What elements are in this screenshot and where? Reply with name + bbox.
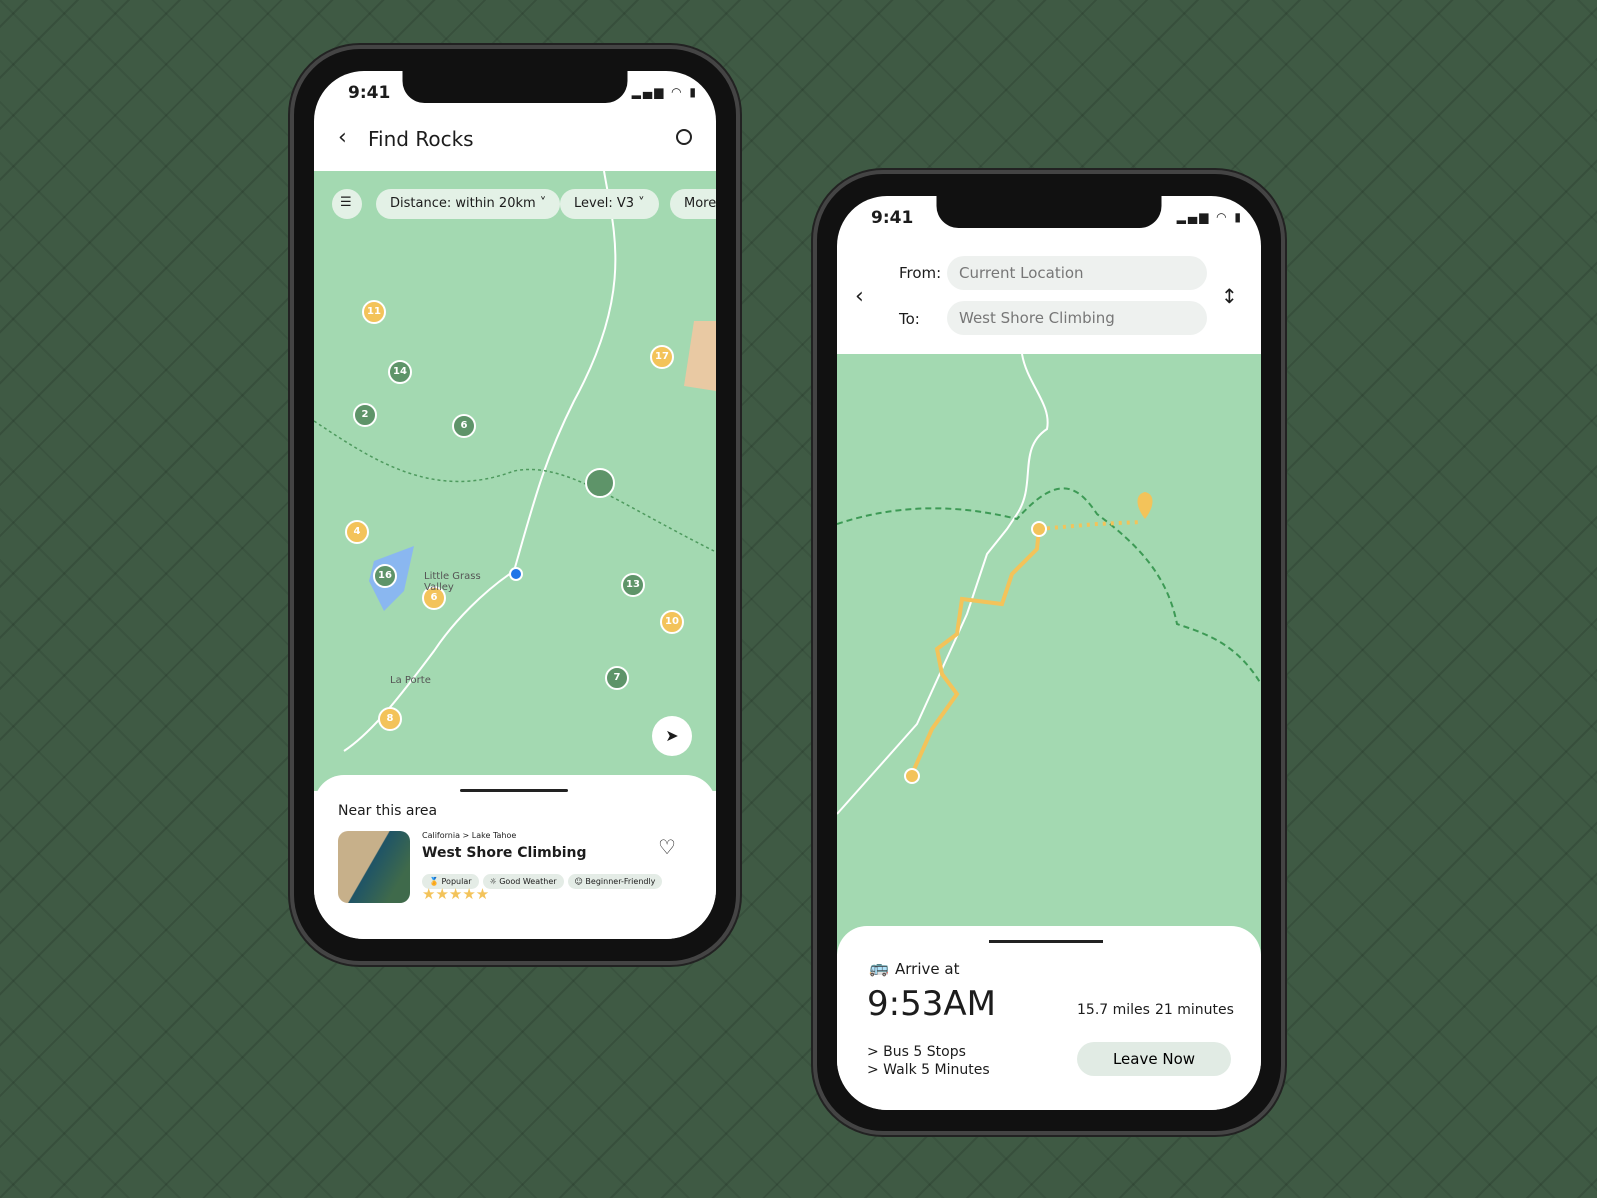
map-marker[interactable]: 4 xyxy=(345,520,369,544)
walk-line xyxy=(1038,520,1143,531)
route-line xyxy=(910,528,1041,775)
map-marker[interactable]: 16 xyxy=(373,564,397,588)
swap-icon[interactable]: ↕ xyxy=(1221,284,1238,308)
section-heading: Near this area xyxy=(338,803,438,819)
spot-name[interactable]: West Shore Climbing xyxy=(422,845,587,861)
from-input[interactable]: Current Location xyxy=(947,256,1207,290)
step-walk: > Walk 5 Minutes xyxy=(867,1062,990,1078)
filter-more[interactable]: More xyxy=(670,189,716,219)
map-label-little-grass-valley: Little Grass Valley xyxy=(424,571,481,593)
drag-handle[interactable] xyxy=(989,940,1103,943)
map-marker[interactable]: 17 xyxy=(650,345,674,369)
transfer-point xyxy=(1031,521,1047,537)
map-marker[interactable]: 8 xyxy=(378,707,402,731)
map-marker[interactable]: 14 xyxy=(388,360,412,384)
spot-card[interactable]: California > Lake Tahoe West Shore Climb… xyxy=(338,831,698,906)
phone-directions: 9:41 ▂▄▆ ◠ ▮ ‹ From: Current Location To… xyxy=(813,170,1285,1135)
filter-distance[interactable]: Distance: within 20km ˅ xyxy=(376,189,561,219)
filter-label: Distance: within 20km xyxy=(390,196,536,211)
step-bus: > Bus 5 Stops xyxy=(867,1044,966,1060)
arrive-label: Arrive at xyxy=(895,960,960,978)
tag-label: Good Weather xyxy=(499,877,557,886)
page-title: Find Rocks xyxy=(368,127,474,151)
map-marker[interactable]: 10 xyxy=(660,610,684,634)
notch xyxy=(936,196,1162,228)
leave-now-button[interactable]: Leave Now xyxy=(1077,1042,1231,1076)
origin-point xyxy=(904,768,920,784)
route-map-graphics xyxy=(837,354,1261,815)
map-marker[interactable]: 2 xyxy=(353,403,377,427)
map-marker[interactable]: 11 xyxy=(362,300,386,324)
status-icons: ▂▄▆ ◠ ▮ xyxy=(1176,210,1243,224)
status-time: 9:41 xyxy=(348,83,391,103)
bottom-sheet[interactable]: Near this area California > Lake Tahoe W… xyxy=(314,775,716,939)
map-marker[interactable]: 7 xyxy=(605,666,629,690)
tag-good-weather: ☼ Good Weather xyxy=(482,874,564,889)
to-label: To: xyxy=(899,310,920,328)
star-rating: ★★★★★ xyxy=(422,885,490,903)
from-label: From: xyxy=(899,264,942,282)
trip-distance: 15.7 miles xyxy=(1077,1002,1150,1018)
trip-duration: 21 minutes xyxy=(1155,1002,1234,1018)
map-marker[interactable]: 13 xyxy=(621,573,645,597)
filter-label: More xyxy=(684,196,716,211)
filter-level[interactable]: Level: V3 ˅ xyxy=(560,189,659,219)
map-marker[interactable]: 6 xyxy=(452,414,476,438)
map-roads xyxy=(314,171,716,752)
trip-summary-sheet[interactable]: 🚌 Arrive at 9:53AM 15.7 miles 21 minutes… xyxy=(837,926,1261,1110)
spot-breadcrumb: California > Lake Tahoe xyxy=(422,831,517,840)
tag-label: Beginner-Friendly xyxy=(585,877,656,886)
search-icon[interactable] xyxy=(676,129,692,145)
map-marker[interactable] xyxy=(585,468,615,498)
list-view-button[interactable]: ☰ xyxy=(332,189,362,219)
back-icon[interactable]: ‹ xyxy=(855,284,864,309)
tag-beginner-friendly: ☺ Beginner-Friendly xyxy=(567,874,663,889)
destination-pin xyxy=(1137,492,1153,519)
status-time: 9:41 xyxy=(871,208,914,228)
phone-find-rocks: 9:41 ▂▄▆ ◠ ▮ ‹ Find Rocks ☰ Distance: wi… xyxy=(290,45,740,965)
map[interactable]: ☰ Distance: within 20km ˅ Level: V3 ˅ Mo… xyxy=(314,171,716,791)
bus-icon: 🚌 xyxy=(869,958,889,977)
screen: 9:41 ▂▄▆ ◠ ▮ ‹ From: Current Location To… xyxy=(837,196,1261,1110)
filter-label: Level: V3 xyxy=(574,196,634,211)
drag-handle[interactable] xyxy=(460,789,568,792)
map-label-la-porte: La Porte xyxy=(390,675,431,686)
notch xyxy=(402,71,628,103)
to-input[interactable]: West Shore Climbing xyxy=(947,301,1207,335)
heart-icon[interactable]: ♡ xyxy=(658,835,676,859)
back-icon[interactable]: ‹ xyxy=(338,125,347,150)
user-location-dot xyxy=(509,567,523,581)
spot-photo xyxy=(338,831,410,903)
screen: 9:41 ▂▄▆ ◠ ▮ ‹ Find Rocks ☰ Distance: wi… xyxy=(314,71,716,939)
status-icons: ▂▄▆ ◠ ▮ xyxy=(631,85,698,99)
route-map[interactable] xyxy=(837,354,1261,954)
locate-me-button[interactable]: ➤ xyxy=(652,716,692,756)
arrival-time: 9:53AM xyxy=(867,984,996,1024)
